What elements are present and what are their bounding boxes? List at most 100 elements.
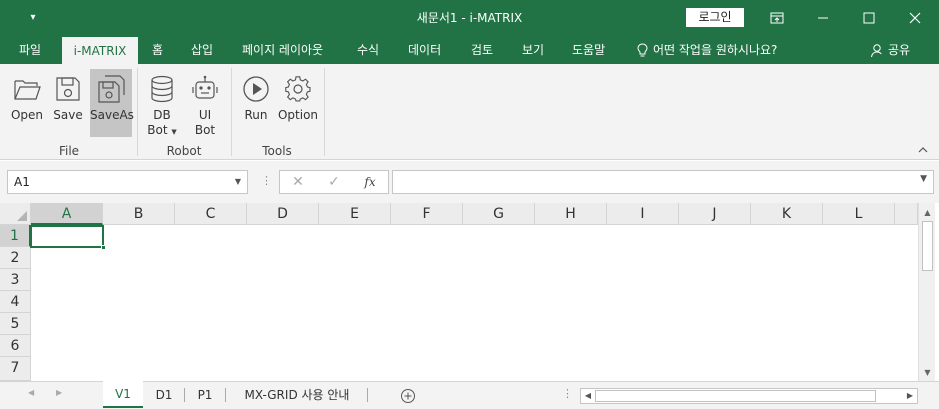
vertical-scroll-thumb[interactable] xyxy=(922,221,933,271)
sheet-tab-v1[interactable]: V1 xyxy=(103,381,143,408)
add-sheet-icon[interactable] xyxy=(400,388,416,404)
minimize-button[interactable] xyxy=(800,4,846,32)
tab-formulas[interactable]: 수식 xyxy=(357,36,379,64)
column-header-e[interactable]: E xyxy=(319,203,391,225)
ribbon: Open Save SaveAs DB Bot ▼ UI Bot Run Opt… xyxy=(0,64,939,160)
column-header-j[interactable]: J xyxy=(679,203,751,225)
sheet-tab-d1[interactable]: D1 xyxy=(145,382,183,408)
sheet-tab-p1[interactable]: P1 xyxy=(186,382,224,408)
gear-icon xyxy=(285,76,311,102)
scroll-sheets-right-icon[interactable]: ▶ xyxy=(56,388,62,397)
fill-handle[interactable] xyxy=(101,245,106,250)
save-as-button[interactable]: SaveAs xyxy=(90,69,134,137)
menu-tabs: 파일 i-MATRIX 홈 삽입 페이지 레이아웃 수식 데이터 검토 보기 도… xyxy=(0,36,939,64)
share-button[interactable]: 공유 xyxy=(870,36,910,64)
play-icon xyxy=(243,76,269,102)
formula-bar-resize-handle[interactable]: ⋮ xyxy=(261,174,272,187)
sheet-tab-separator xyxy=(225,388,226,402)
column-header-a[interactable]: A xyxy=(31,203,103,225)
name-box-value: A1 xyxy=(14,175,30,189)
tab-view[interactable]: 보기 xyxy=(522,36,544,64)
select-all-triangle-icon xyxy=(17,211,27,221)
column-header-m-partial[interactable] xyxy=(895,203,918,225)
group-label-tools: Tools xyxy=(262,144,292,158)
tab-help[interactable]: 도움말 xyxy=(572,36,605,64)
insert-function-button[interactable]: fx xyxy=(355,171,385,193)
scroll-up-icon[interactable]: ▲ xyxy=(919,205,936,220)
scroll-right-icon[interactable]: ▶ xyxy=(903,389,917,403)
row-header-5[interactable]: 5 xyxy=(0,313,31,335)
tab-i-matrix[interactable]: i-MATRIX xyxy=(62,37,138,64)
ribbon-display-icon xyxy=(770,12,784,24)
collapse-ribbon-icon[interactable] xyxy=(917,144,929,156)
column-header-f[interactable]: F xyxy=(391,203,463,225)
enter-check-icon[interactable]: ✓ xyxy=(319,171,349,193)
row-header-6[interactable]: 6 xyxy=(0,335,31,357)
name-box[interactable]: A1 ▼ xyxy=(7,170,248,194)
formula-input[interactable]: ▼ xyxy=(392,170,934,194)
tell-me-label: 어떤 작업을 원하시나요? xyxy=(653,43,778,57)
db-bot-button[interactable]: DB Bot ▼ xyxy=(141,69,183,137)
expand-formula-bar-icon[interactable]: ▼ xyxy=(920,174,927,184)
minimize-icon xyxy=(818,17,828,19)
tab-home[interactable]: 홈 xyxy=(152,36,163,64)
close-button[interactable] xyxy=(892,4,938,32)
vertical-scrollbar[interactable]: ▲ ▼ xyxy=(918,203,935,381)
save-as-label: SaveAs xyxy=(90,108,134,122)
formula-buttons: ✕ ✓ fx xyxy=(279,170,389,194)
column-header-k[interactable]: K xyxy=(751,203,823,225)
row-header-3[interactable]: 3 xyxy=(0,269,31,291)
login-button[interactable]: 로그인 xyxy=(686,8,744,27)
scroll-sheets-left-icon[interactable]: ◀ xyxy=(28,388,34,397)
title-bar: ▾ 새문서1 - i-MATRIX 로그인 xyxy=(0,0,939,36)
row-header-2[interactable]: 2 xyxy=(0,247,31,269)
group-separator xyxy=(137,68,138,156)
save-icon xyxy=(56,77,80,101)
maximize-icon xyxy=(863,12,875,24)
horizontal-scrollbar[interactable]: ◀ ▶ xyxy=(580,388,918,404)
column-header-g[interactable]: G xyxy=(463,203,535,225)
option-button[interactable]: Option xyxy=(276,69,320,137)
horizontal-scroll-thumb[interactable] xyxy=(595,390,876,402)
column-header-l[interactable]: L xyxy=(823,203,895,225)
run-label: Run xyxy=(244,108,268,122)
save-button[interactable]: Save xyxy=(47,69,89,137)
db-bot-label-line2: Bot ▼ xyxy=(147,123,177,137)
person-icon xyxy=(871,44,883,58)
tab-insert[interactable]: 삽입 xyxy=(191,36,213,64)
sheet-tab-mx-grid-guide[interactable]: MX-GRID 사용 안내 xyxy=(228,382,366,408)
cancel-icon[interactable]: ✕ xyxy=(283,171,313,193)
sheet-tab-bar: ◀ ▶ V1 D1 P1 MX-GRID 사용 안내 ⋮ ◀ ▶ xyxy=(0,381,939,409)
formula-bar: A1 ▼ ⋮ ✕ ✓ fx ▼ xyxy=(0,161,939,203)
column-header-i[interactable]: I xyxy=(607,203,679,225)
tab-file[interactable]: 파일 xyxy=(19,36,41,64)
column-header-c[interactable]: C xyxy=(175,203,247,225)
row-header-1[interactable]: 1 xyxy=(0,225,31,247)
ui-bot-button[interactable]: UI Bot xyxy=(184,69,226,137)
maximize-button[interactable] xyxy=(846,4,892,32)
row-header-4[interactable]: 4 xyxy=(0,291,31,313)
group-label-file: File xyxy=(58,144,80,158)
column-header-h[interactable]: H xyxy=(535,203,607,225)
scroll-left-icon[interactable]: ◀ xyxy=(581,389,595,403)
tab-page-layout[interactable]: 페이지 레이아웃 xyxy=(242,36,323,64)
ui-bot-label-line1: UI xyxy=(198,108,212,122)
ribbon-display-options-button[interactable] xyxy=(754,4,800,32)
column-header-b[interactable]: B xyxy=(103,203,175,225)
tab-split-handle[interactable]: ⋮ xyxy=(562,387,573,400)
scroll-down-icon[interactable]: ▼ xyxy=(919,365,936,380)
tab-review[interactable]: 검토 xyxy=(471,36,493,64)
robot-icon xyxy=(192,75,218,99)
tell-me-search[interactable]: 어떤 작업을 원하시나요? xyxy=(636,36,777,64)
select-all-button[interactable] xyxy=(0,203,31,225)
close-icon xyxy=(909,12,921,24)
tab-data[interactable]: 데이터 xyxy=(408,36,441,64)
save-as-icon xyxy=(98,75,125,103)
column-header-d[interactable]: D xyxy=(247,203,319,225)
row-header-7[interactable]: 7 xyxy=(0,357,31,381)
active-cell-a1[interactable] xyxy=(30,225,106,250)
group-label-robot: Robot xyxy=(166,144,202,158)
open-button[interactable]: Open xyxy=(6,69,48,137)
chevron-down-icon[interactable]: ▼ xyxy=(235,171,241,193)
run-button[interactable]: Run xyxy=(235,69,277,137)
